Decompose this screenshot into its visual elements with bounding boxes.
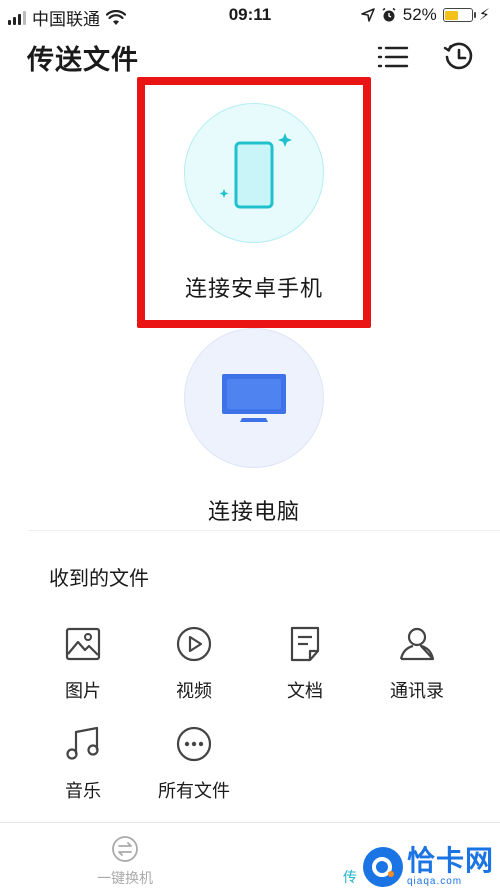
- page-title: 传送文件: [27, 45, 139, 75]
- battery-fill: [445, 10, 459, 20]
- file-category-images[interactable]: 图片: [38, 624, 128, 703]
- file-category-label: 图片: [65, 681, 101, 701]
- pc-circle: [184, 328, 324, 468]
- app-header: 传送文件: [0, 36, 500, 80]
- connect-pc-label: 连接电脑: [207, 499, 300, 524]
- file-category-label: 通讯录: [390, 681, 444, 701]
- location-arrow-icon: [360, 8, 375, 22]
- battery-icon: [442, 8, 476, 22]
- file-category-music[interactable]: 音乐: [38, 724, 128, 803]
- connect-pc-card[interactable]: 连接电脑: [140, 328, 368, 526]
- tab-switch-phone[interactable]: 一键换机: [80, 835, 170, 888]
- monitor-icon: [222, 374, 286, 422]
- tab-switch-label: 一键换机: [97, 870, 153, 886]
- file-category-label: 所有文件: [158, 781, 230, 801]
- history-clock-icon[interactable]: [442, 40, 476, 74]
- file-category-label: 音乐: [65, 781, 101, 801]
- alarm-icon: [382, 7, 396, 22]
- watermark: 恰卡网 qiaqa.com: [362, 847, 494, 887]
- tab-transfer[interactable]: 传: [340, 867, 360, 887]
- watermark-cn: 恰卡网: [406, 845, 494, 876]
- document-icon: [290, 626, 320, 662]
- tab-transfer-label: 传: [343, 869, 357, 885]
- music-note-icon: [66, 726, 99, 760]
- battery-percent: 52%: [402, 5, 437, 24]
- image-icon: [65, 627, 101, 661]
- status-right: 52% ⚡: [360, 5, 490, 25]
- video-play-icon: [176, 626, 212, 662]
- more-dots-icon: [176, 726, 212, 762]
- watermark-logo-icon: [362, 847, 403, 887]
- file-category-videos[interactable]: 视频: [149, 624, 239, 703]
- status-bar: 中国联通 09:11 52% ⚡: [0, 0, 500, 30]
- file-category-label: 文档: [287, 681, 323, 701]
- file-category-label: 视频: [176, 681, 212, 701]
- charging-bolt-icon: ⚡: [478, 7, 490, 24]
- switch-arrows-icon: [112, 836, 138, 862]
- contacts-icon: [399, 627, 435, 661]
- watermark-en: qiaqa.com: [406, 876, 463, 887]
- watermark-text: 恰卡网 qiaqa.com: [407, 847, 494, 887]
- file-category-contacts[interactable]: 通讯录: [372, 624, 462, 703]
- highlight-box: [137, 77, 371, 328]
- bottom-tab-bar: 一键换机 传 恰卡网 qiaqa.com: [0, 822, 500, 889]
- list-icon[interactable]: [376, 40, 410, 74]
- divider: [28, 530, 500, 531]
- received-files-title: 收到的文件: [49, 568, 149, 590]
- file-category-documents[interactable]: 文档: [260, 624, 350, 703]
- file-category-all[interactable]: 所有文件: [149, 724, 239, 803]
